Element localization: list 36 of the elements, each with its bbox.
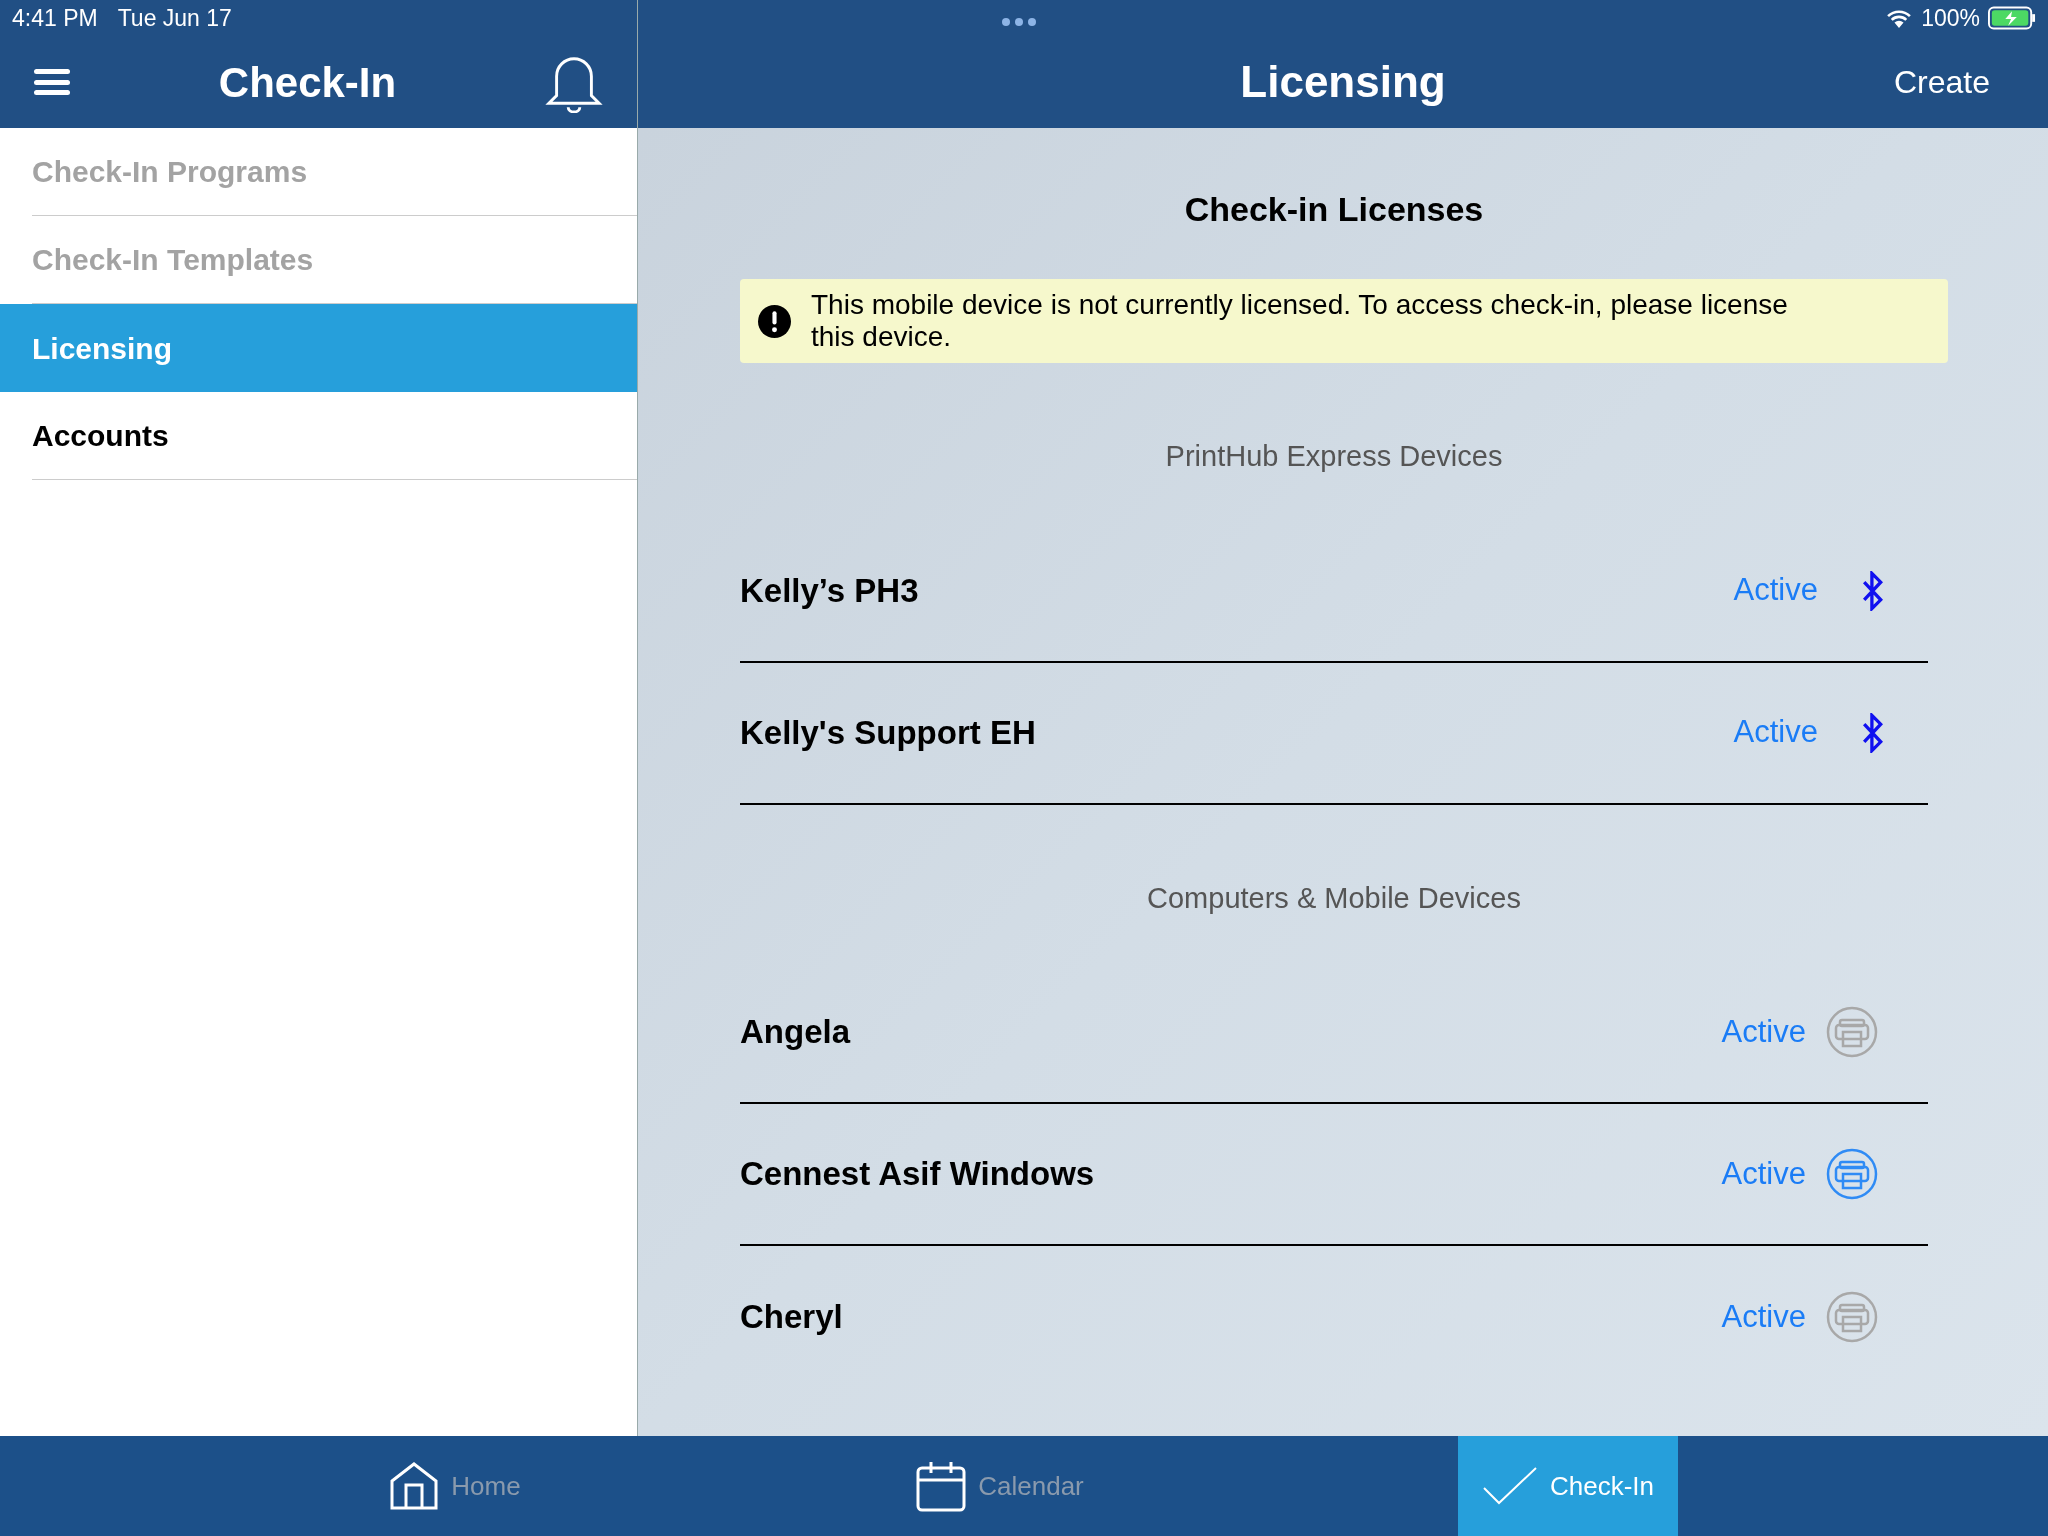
device-status: Active xyxy=(1733,713,1818,752)
device-name: Angela xyxy=(740,1012,852,1053)
checkmark-icon xyxy=(1481,1466,1538,1506)
alert-message: This mobile device is not currently licensed. To access check-in, please license this device. xyxy=(811,289,1789,353)
sidebar-item[interactable]: Accounts xyxy=(0,392,637,480)
device-status: Active xyxy=(1721,1012,1806,1051)
calendar-icon xyxy=(916,1460,967,1512)
menu-button[interactable] xyxy=(34,67,70,97)
section-heading: Computers & Mobile Devices xyxy=(1146,880,1522,916)
battery-icon xyxy=(1988,6,2036,30)
device-name: Cheryl xyxy=(740,1297,844,1338)
page-header-title: Licensing xyxy=(1240,56,1446,108)
bluetooth-icon[interactable] xyxy=(1862,712,1884,753)
create-button[interactable]: Create xyxy=(1893,58,1990,106)
home-icon xyxy=(389,1461,440,1511)
section-heading: PrintHub Express Devices xyxy=(1164,439,1504,474)
tab-bar-item[interactable]: Calendar xyxy=(880,1436,1120,1536)
sidebar-item[interactable]: Licensing xyxy=(0,304,637,392)
tab-bar-item[interactable]: Home xyxy=(335,1436,575,1536)
device-name: Kelly's Support EH xyxy=(740,712,1037,753)
tab-bar-item[interactable]: Check-In xyxy=(1458,1436,1678,1536)
bluetooth-icon[interactable] xyxy=(1862,570,1884,611)
status-time: 4:41 PM xyxy=(12,3,98,33)
device-status: Active xyxy=(1721,1154,1806,1193)
device-name: Kelly’s PH3 xyxy=(740,570,920,611)
device-status: Active xyxy=(1733,571,1818,610)
sidebar-title: Check-In xyxy=(218,57,397,108)
device-name: Cennest Asif Windows xyxy=(740,1154,1096,1195)
device-status: Active xyxy=(1721,1297,1806,1336)
multitask-dots-icon[interactable] xyxy=(1002,18,1036,26)
status-date: Tue Jun 17 xyxy=(117,3,232,33)
battery-percent: 100% xyxy=(1921,3,1980,33)
licenses-heading: Check-in Licenses xyxy=(1183,189,1485,230)
printer-icon[interactable] xyxy=(1826,1148,1878,1200)
wifi-icon xyxy=(1885,8,1914,28)
exclamation-icon xyxy=(758,304,791,338)
